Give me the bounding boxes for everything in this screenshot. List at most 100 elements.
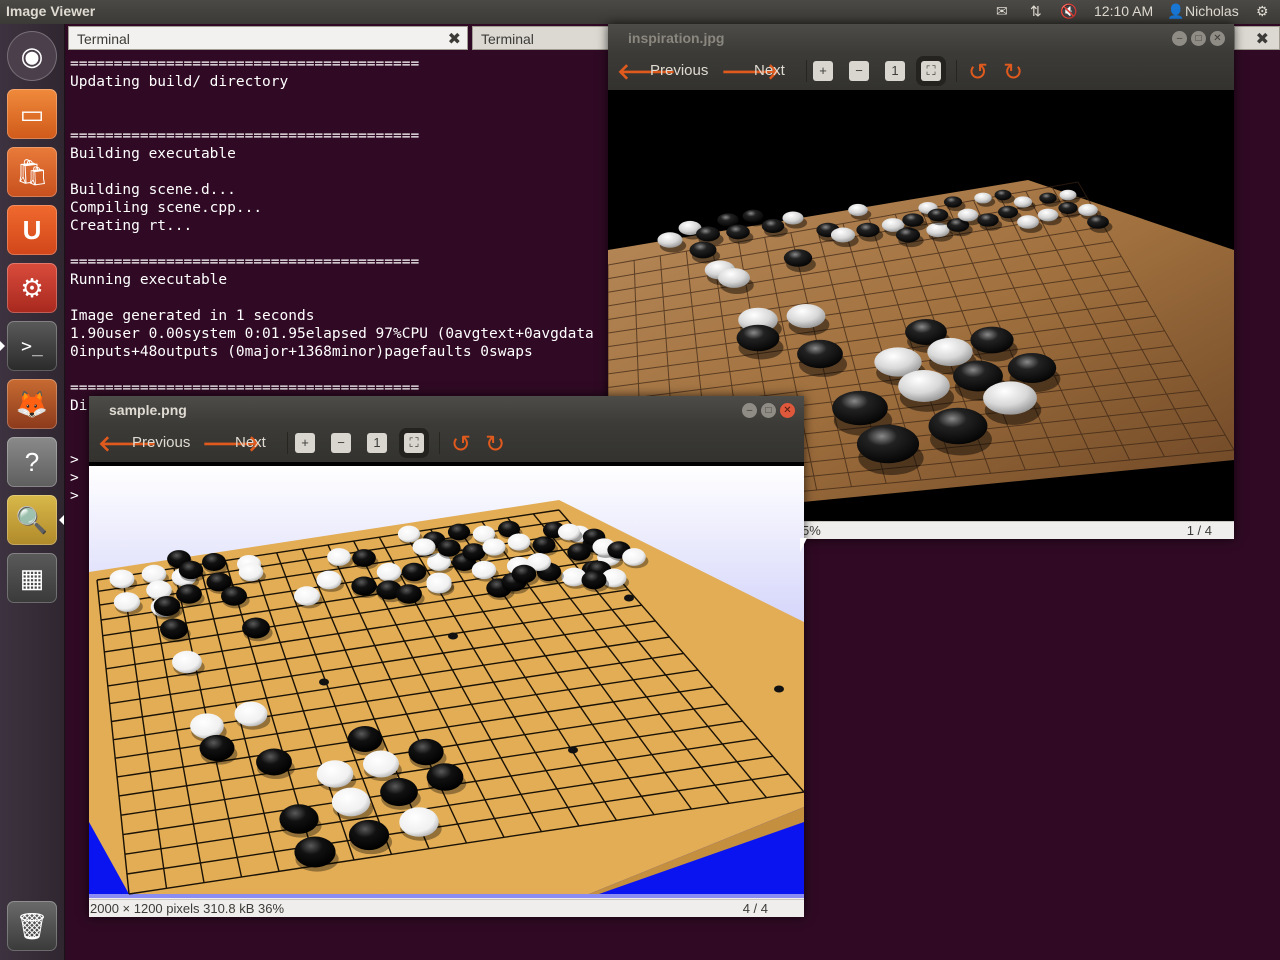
black-stone: [1058, 202, 1078, 214]
zoom-out-icon[interactable]: −: [849, 61, 869, 81]
status-zoom: 5%: [802, 523, 821, 538]
volume-muted-icon[interactable]: 🔇: [1060, 3, 1077, 20]
previous-button[interactable]: Previous: [650, 62, 708, 79]
image-canvas[interactable]: [89, 462, 804, 898]
toolbar-separator: [806, 60, 807, 82]
zoom-in-icon[interactable]: +: [295, 433, 315, 453]
files-icon[interactable]: ▭: [7, 89, 57, 139]
terminal-line: ========================================: [70, 254, 420, 270]
black-stone: [689, 241, 717, 259]
next-button[interactable]: Next: [754, 62, 785, 79]
black-stone: [717, 213, 739, 227]
close-icon[interactable]: ✖: [1256, 29, 1269, 49]
workspace-switcher-icon[interactable]: ▦: [7, 553, 57, 603]
black-stone: [178, 560, 204, 580]
terminal-line: Compiling scene.cpp...: [70, 200, 263, 216]
zoom-in-icon[interactable]: +: [813, 61, 833, 81]
black-stone: [426, 763, 464, 791]
black-stone: [348, 819, 390, 851]
rotate-left-icon[interactable]: ↺: [451, 430, 471, 459]
tab-terminal-1[interactable]: Terminal ✖: [68, 26, 468, 50]
black-stone: [696, 226, 720, 242]
black-stone: [153, 596, 181, 616]
terminal-line: Building scene.d...: [70, 182, 236, 198]
trash-icon[interactable]: 🗑: [7, 901, 57, 951]
white-stone: [399, 807, 439, 837]
close-tab-button[interactable]: ✖: [1234, 26, 1280, 50]
launcher: ◉ ▭ 🛍 U ⚙ >_ 🦊 ? 🔍 ▦ 🗑: [0, 24, 65, 960]
zoom-out-icon[interactable]: −: [331, 433, 351, 453]
black-stone: [927, 208, 949, 222]
maximize-button[interactable]: □: [761, 403, 776, 418]
minimize-button[interactable]: –: [1172, 31, 1187, 46]
close-button[interactable]: ✕: [780, 403, 795, 418]
close-button[interactable]: ✕: [1210, 31, 1225, 46]
maximize-button[interactable]: □: [1191, 31, 1206, 46]
active-app-arrow: [0, 341, 5, 351]
clock[interactable]: 12:10 AM: [1094, 3, 1153, 19]
user-name[interactable]: Nicholas: [1185, 3, 1239, 19]
sample-image: [89, 466, 804, 898]
window-title: inspiration.jpg: [628, 30, 725, 46]
viewer-window-sample[interactable]: sample.png – □ ✕ 🡐 Previous 🡒 Next + − 1…: [89, 396, 804, 917]
system-settings-icon[interactable]: ⚙: [7, 263, 57, 313]
tab-terminal-2[interactable]: Terminal: [472, 26, 612, 50]
firefox-icon[interactable]: 🦊: [7, 379, 57, 429]
normal-size-icon[interactable]: 1: [885, 61, 905, 81]
white-stone: [974, 192, 992, 204]
white-stone: [1013, 196, 1033, 208]
terminal-icon[interactable]: >_: [7, 321, 57, 371]
black-stone: [256, 748, 292, 776]
normal-size-icon[interactable]: 1: [367, 433, 387, 453]
help-icon[interactable]: ?: [7, 437, 57, 487]
white-stone: [327, 548, 351, 566]
black-stone: [242, 617, 270, 639]
white-stone: [957, 208, 979, 222]
black-stone: [902, 213, 924, 227]
next-button[interactable]: Next: [235, 434, 266, 451]
terminal-line: Building executable: [70, 146, 236, 162]
black-stone: [380, 777, 418, 807]
best-fit-icon[interactable]: ⛶: [404, 433, 424, 453]
white-stone: [898, 369, 950, 403]
rotate-right-icon[interactable]: ↻: [1003, 58, 1023, 87]
white-stone: [471, 560, 497, 580]
rotate-left-icon[interactable]: ↺: [968, 58, 988, 87]
minimize-button[interactable]: –: [742, 403, 757, 418]
black-stone: [352, 549, 376, 567]
focused-app-arrow: [59, 515, 64, 525]
white-stone: [397, 525, 421, 543]
close-tab-icon[interactable]: ✖: [448, 29, 461, 49]
terminal-line: 0inputs+48outputs (0major+1368minor)page…: [70, 344, 533, 360]
dash-home-icon[interactable]: ◉: [7, 31, 57, 81]
software-center-icon[interactable]: 🛍: [7, 147, 57, 197]
black-stone: [347, 726, 383, 752]
black-stone: [742, 209, 764, 223]
terminal-line: ========================================: [70, 380, 420, 396]
white-stone: [1017, 215, 1039, 229]
active-app-title: Image Viewer: [6, 3, 96, 19]
white-stone: [1037, 208, 1059, 222]
rotate-right-icon[interactable]: ↻: [485, 430, 505, 459]
power-icon[interactable]: ⚙: [1256, 3, 1269, 20]
network-icon[interactable]: ⇅: [1030, 3, 1042, 20]
black-stone: [783, 249, 813, 267]
ubuntu-one-icon[interactable]: U: [7, 205, 57, 255]
white-stone: [172, 650, 202, 674]
black-stone: [977, 213, 999, 227]
white-stone: [1059, 189, 1077, 201]
previous-button[interactable]: Previous: [132, 434, 190, 451]
white-stone: [362, 750, 400, 778]
window-titlebar[interactable]: inspiration.jpg – □ ✕: [608, 24, 1234, 52]
black-stone: [351, 576, 377, 596]
white-stone: [294, 586, 320, 606]
black-stone: [447, 523, 471, 541]
star-point: [624, 594, 634, 602]
image-viewer-icon[interactable]: 🔍: [7, 495, 57, 545]
mail-icon[interactable]: ✉: [996, 3, 1008, 20]
window-titlebar[interactable]: sample.png – □ ✕: [89, 396, 804, 424]
best-fit-icon[interactable]: ⛶: [921, 61, 941, 81]
black-stone: [1087, 215, 1109, 229]
